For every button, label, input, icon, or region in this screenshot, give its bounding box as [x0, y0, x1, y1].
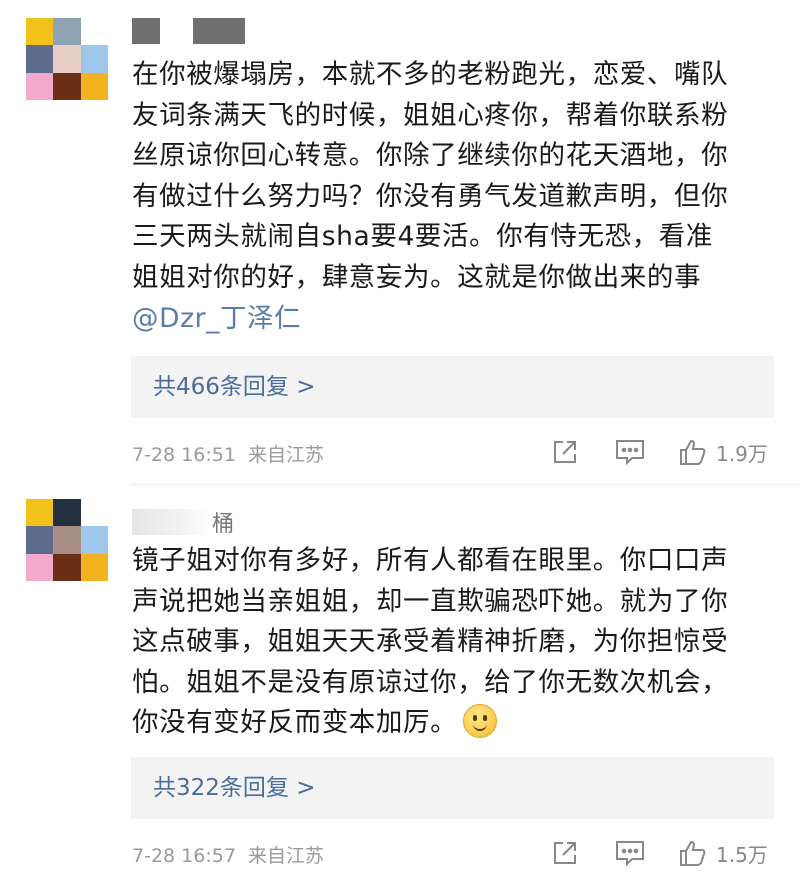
like-count: 1.9万 — [716, 441, 768, 466]
comment-line: 这点破事，姐姐天天承受着精神折磨，为你担惊受 — [132, 626, 729, 658]
comment-meta: 7-28 16:51 来自江苏 — [132, 440, 324, 467]
timestamp: 7-28 16:57 — [132, 845, 236, 867]
avatar[interactable] — [26, 18, 108, 100]
like-count: 1.5万 — [716, 842, 768, 867]
timestamp: 7-28 16:51 — [132, 444, 236, 466]
share-icon — [554, 441, 576, 463]
comment-button[interactable] — [614, 436, 646, 468]
avatar[interactable] — [26, 499, 108, 581]
comment-actions: 1.9万 — [550, 436, 780, 468]
comment-line: 怕。姐姐不是没有原谅过你，给了你无数次机会， — [132, 666, 729, 698]
comment-line: 友词条满天飞的时候，姐姐心疼你，帮着你联系粉 — [132, 99, 729, 131]
comment-text: 镜子姐对你有多好，所有人都看在眼里。你口口声 声说把她当亲姐姐，却一直欺骗恐吓她… — [132, 541, 772, 744]
comment-item: 在你被爆塌房，本就不多的老粉跑光，恋爱、嘴队 友词条满天飞的时候，姐姐心疼你，帮… — [0, 0, 800, 484]
username-redacted[interactable] — [132, 18, 245, 46]
share-button[interactable] — [550, 436, 580, 468]
comment-line: 有做过什么努力吗？你没有勇气发道歉声明，但你 — [132, 180, 729, 212]
comment-icon — [616, 440, 644, 466]
comment-icon — [616, 841, 644, 867]
view-replies-button[interactable]: 共466条回复 > — [131, 356, 774, 418]
like-icon — [680, 439, 706, 465]
comment-line: 三天两头就闹自sha要4要活。你有恃无恐，看准 — [132, 221, 714, 253]
like-button[interactable]: 1.5万 — [678, 837, 768, 869]
share-icon — [554, 842, 576, 864]
username-redacted[interactable]: 桶 — [132, 506, 235, 537]
comment-line: 镜子姐对你有多好，所有人都看在眼里。你口口声 — [132, 545, 729, 576]
share-button[interactable] — [550, 837, 580, 869]
username-visible-part: 桶 — [212, 512, 235, 537]
mention-link[interactable]: @Dzr_丁泽仁 — [132, 303, 301, 334]
comment-item: 桶 镜子姐对你有多好，所有人都看在眼里。你口口声 声说把她当亲姐姐，却一直欺骗恐… — [0, 484, 800, 874]
comment-line: 丝原谅你回心转意。你除了继续你的花天酒地，你 — [132, 140, 729, 172]
location: 来自江苏 — [247, 845, 324, 867]
comment-line: 在你被爆塌房，本就不多的老粉跑光，恋爱、嘴队 — [132, 59, 729, 90]
comment-line: 姐姐对你的好，肆意妄为。这就是你做出来的事 — [132, 261, 702, 293]
comment-meta: 7-28 16:57 来自江苏 — [132, 841, 324, 868]
comment-line: 你没有变好反而变本加厉。 — [132, 707, 458, 739]
like-icon — [680, 840, 706, 866]
comment-button[interactable] — [614, 837, 646, 869]
comment-line: 声说把她当亲姐姐，却一直欺骗恐吓她。就为了你 — [132, 585, 729, 617]
comment-actions: 1.5万 — [550, 837, 780, 869]
like-button[interactable]: 1.9万 — [678, 436, 768, 468]
smile-emoji-icon — [463, 704, 498, 739]
location: 来自江苏 — [247, 444, 324, 466]
view-replies-button[interactable]: 共322条回复 > — [131, 757, 774, 819]
comment-text: 在你被爆塌房，本就不多的老粉跑光，恋爱、嘴队 友词条满天飞的时候，姐姐心疼你，帮… — [132, 55, 772, 339]
